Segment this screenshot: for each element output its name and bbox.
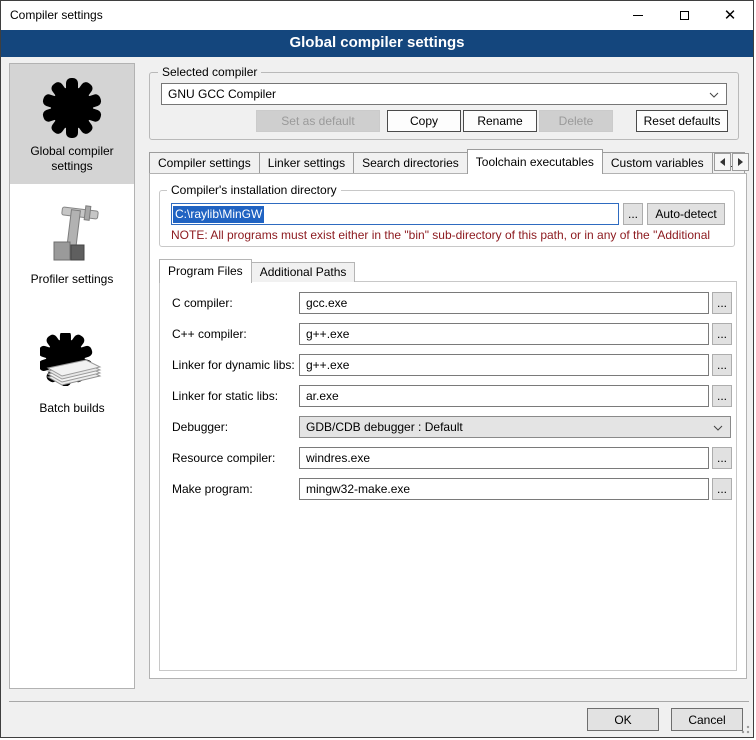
settings-tab-strip: Compiler settings Linker settings Search… xyxy=(149,148,749,173)
chevron-right-icon xyxy=(738,158,743,166)
tab-program-files[interactable]: Program Files xyxy=(159,259,252,283)
tab-toolchain-executables[interactable]: Toolchain executables xyxy=(467,149,603,174)
dynamic-linker-row: Linker for dynamic libs: g++.exe ... xyxy=(160,354,736,376)
caliper-icon xyxy=(40,204,104,268)
debugger-label: Debugger: xyxy=(172,420,228,434)
c-compiler-input[interactable]: gcc.exe xyxy=(299,292,709,314)
cpp-compiler-input[interactable]: g++.exe xyxy=(299,323,709,345)
footer-separator xyxy=(9,701,749,702)
installation-directory-group-label: Compiler's installation directory xyxy=(167,183,341,197)
caption-buttons: ✕ xyxy=(615,1,753,30)
compiler-select-value: GNU GCC Compiler xyxy=(168,87,276,101)
sidebar-item-label: Global compiler settings xyxy=(20,144,124,174)
c-compiler-browse-button[interactable]: ... xyxy=(712,292,732,314)
tab-compiler-settings[interactable]: Compiler settings xyxy=(149,152,260,173)
tab-linker-settings[interactable]: Linker settings xyxy=(259,152,354,173)
chevron-down-icon xyxy=(713,425,723,431)
sidebar-item-profiler-settings[interactable]: Profiler settings xyxy=(10,184,134,297)
program-files-panel: C compiler: gcc.exe ... C++ compiler: g+… xyxy=(159,281,737,671)
blue-gear-icon xyxy=(40,76,104,140)
resize-grip[interactable] xyxy=(741,725,750,734)
settings-sidebar: Global compiler settings Profiler settin… xyxy=(9,63,135,689)
copy-button[interactable]: Copy xyxy=(387,110,461,132)
ok-button[interactable]: OK xyxy=(587,708,659,731)
reset-defaults-button[interactable]: Reset defaults xyxy=(636,110,728,132)
static-linker-browse-button[interactable]: ... xyxy=(712,385,732,407)
sidebar-item-label: Batch builds xyxy=(39,401,104,416)
window-title: Compiler settings xyxy=(10,8,103,22)
compiler-select[interactable]: GNU GCC Compiler xyxy=(161,83,727,105)
make-program-label: Make program: xyxy=(172,482,253,496)
installation-directory-browse-button[interactable]: ... xyxy=(623,203,643,225)
tab-scroll-buttons xyxy=(713,153,749,171)
cpp-compiler-label: C++ compiler: xyxy=(172,327,247,341)
sidebar-item-label: Profiler settings xyxy=(31,272,114,287)
make-program-browse-button[interactable]: ... xyxy=(712,478,732,500)
sidebar-item-batch-builds[interactable]: Batch builds xyxy=(10,297,134,426)
rename-button[interactable]: Rename xyxy=(463,110,537,132)
static-linker-input[interactable]: ar.exe xyxy=(299,385,709,407)
installation-directory-group: Compiler's installation directory C:\ray… xyxy=(159,190,735,247)
resource-compiler-input[interactable]: windres.exe xyxy=(299,447,709,469)
tab-scroll-left-button[interactable] xyxy=(714,153,731,171)
debugger-select[interactable]: GDB/CDB debugger : Default xyxy=(299,416,731,438)
chevron-down-icon xyxy=(709,92,719,98)
toolchain-executables-panel: Compiler's installation directory C:\ray… xyxy=(149,173,747,679)
batch-builds-gear-icon xyxy=(40,333,104,397)
compiler-buttons-row: Set as default Copy Rename Delete Reset … xyxy=(256,110,728,132)
resource-compiler-browse-button[interactable]: ... xyxy=(712,447,732,469)
installation-directory-selected-text: C:\raylib\MinGW xyxy=(173,206,264,223)
cpp-compiler-row: C++ compiler: g++.exe ... xyxy=(160,323,736,345)
dynamic-linker-label: Linker for dynamic libs: xyxy=(172,358,295,372)
selected-compiler-group-label: Selected compiler xyxy=(158,65,261,79)
tab-additional-paths[interactable]: Additional Paths xyxy=(251,262,356,282)
close-button[interactable]: ✕ xyxy=(707,1,753,30)
maximize-button[interactable] xyxy=(661,1,707,30)
c-compiler-row: C compiler: gcc.exe ... xyxy=(160,292,736,314)
minimize-button[interactable] xyxy=(615,1,661,30)
sidebar-item-global-compiler-settings[interactable]: Global compiler settings xyxy=(10,64,134,184)
make-program-row: Make program: mingw32-make.exe ... xyxy=(160,478,736,500)
resource-compiler-label: Resource compiler: xyxy=(172,451,275,465)
resource-compiler-row: Resource compiler: windres.exe ... xyxy=(160,447,736,469)
debugger-select-value: GDB/CDB debugger : Default xyxy=(306,420,463,434)
chevron-left-icon xyxy=(720,158,725,166)
tab-custom-variables[interactable]: Custom variables xyxy=(602,152,713,173)
selected-compiler-group: Selected compiler GNU GCC Compiler Set a… xyxy=(149,72,739,140)
dynamic-linker-input[interactable]: g++.exe xyxy=(299,354,709,376)
compiler-settings-dialog: Compiler settings ✕ Global compiler sett… xyxy=(0,0,754,738)
auto-detect-button[interactable]: Auto-detect xyxy=(647,203,725,225)
tab-search-directories[interactable]: Search directories xyxy=(353,152,468,173)
page-title: Global compiler settings xyxy=(1,30,753,57)
cancel-button[interactable]: Cancel xyxy=(671,708,743,731)
main-area: Selected compiler GNU GCC Compiler Set a… xyxy=(149,63,749,689)
installation-directory-note: NOTE: All programs must exist either in … xyxy=(171,228,733,242)
installation-directory-input[interactable]: C:\raylib\MinGW xyxy=(171,203,619,225)
static-linker-label: Linker for static libs: xyxy=(172,389,278,403)
dynamic-linker-browse-button[interactable]: ... xyxy=(712,354,732,376)
maximize-icon xyxy=(680,11,689,20)
c-compiler-label: C compiler: xyxy=(172,296,233,310)
tab-scroll-right-button[interactable] xyxy=(732,153,749,171)
make-program-input[interactable]: mingw32-make.exe xyxy=(299,478,709,500)
program-files-tab-strip: Program Files Additional Paths xyxy=(159,258,354,282)
delete-button[interactable]: Delete xyxy=(539,110,613,132)
minimize-icon xyxy=(633,15,643,16)
close-icon: ✕ xyxy=(724,8,737,23)
title-bar: Compiler settings ✕ xyxy=(1,1,753,30)
debugger-row: Debugger: GDB/CDB debugger : Default xyxy=(160,416,736,438)
cpp-compiler-browse-button[interactable]: ... xyxy=(712,323,732,345)
static-linker-row: Linker for static libs: ar.exe ... xyxy=(160,385,736,407)
set-as-default-button[interactable]: Set as default xyxy=(256,110,380,132)
